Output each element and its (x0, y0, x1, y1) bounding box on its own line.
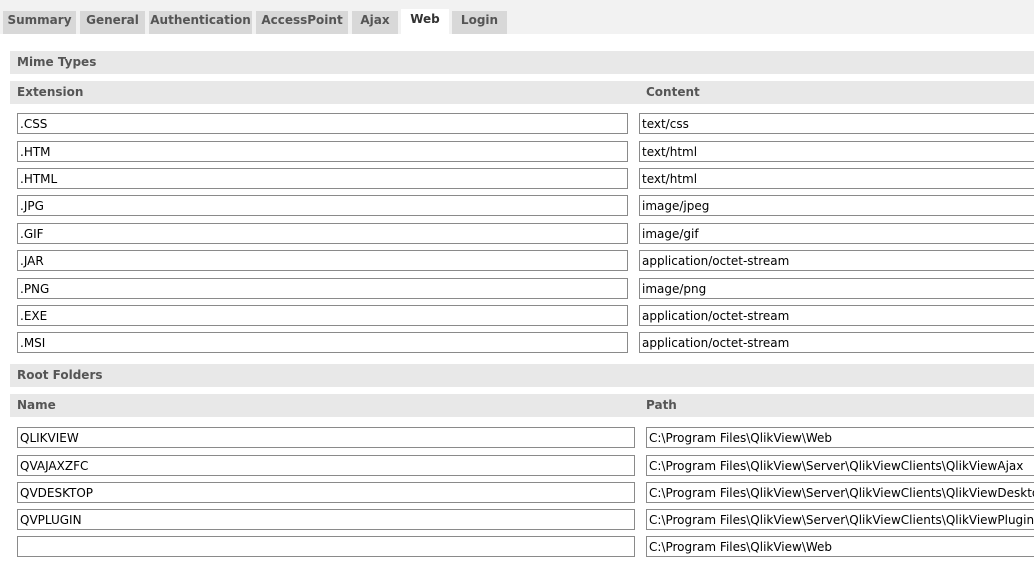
folder-path-field[interactable] (646, 427, 1034, 448)
tab-accesspoint[interactable]: AccessPoint (256, 11, 348, 34)
content-field[interactable] (639, 250, 1034, 271)
folder-path-field[interactable] (646, 509, 1034, 530)
content-field[interactable] (639, 278, 1034, 299)
tab-authentication[interactable]: Authentication (149, 11, 252, 34)
tab-bar: Summary General Authentication AccessPoi… (0, 0, 1034, 34)
content-field[interactable] (639, 195, 1034, 216)
folder-name-field[interactable] (17, 455, 635, 476)
tab-summary[interactable]: Summary (3, 11, 76, 34)
tab-web[interactable]: Web (401, 9, 449, 34)
extension-column-header: Extension (17, 85, 84, 99)
name-column-header: Name (17, 398, 56, 412)
mime-types-header: Mime Types (10, 51, 1034, 74)
folder-path-field[interactable] (646, 482, 1034, 503)
content-field[interactable] (639, 141, 1034, 162)
extension-field[interactable] (17, 223, 628, 244)
extension-field[interactable] (17, 278, 628, 299)
content-field[interactable] (639, 332, 1034, 353)
mime-types-column-headers: Extension Content (10, 81, 1034, 104)
content-field[interactable] (639, 168, 1034, 189)
path-column-header: Path (646, 398, 677, 412)
content-field[interactable] (639, 305, 1034, 326)
tab-login[interactable]: Login (452, 11, 507, 34)
folder-name-field[interactable] (17, 427, 635, 448)
root-folders-column-headers: Name Path (10, 394, 1034, 417)
extension-field[interactable] (17, 168, 628, 189)
content-field[interactable] (639, 113, 1034, 134)
extension-field[interactable] (17, 250, 628, 271)
extension-field[interactable] (17, 141, 628, 162)
content-field[interactable] (639, 223, 1034, 244)
root-folders-header: Root Folders (10, 364, 1034, 387)
folder-name-field[interactable] (17, 482, 635, 503)
folder-path-field[interactable] (646, 455, 1034, 476)
tab-ajax[interactable]: Ajax (352, 11, 398, 34)
folder-name-field[interactable] (17, 536, 635, 557)
extension-field[interactable] (17, 195, 628, 216)
tab-general[interactable]: General (80, 11, 145, 34)
folder-name-field[interactable] (17, 509, 635, 530)
extension-field[interactable] (17, 305, 628, 326)
extension-field[interactable] (17, 113, 628, 134)
extension-field[interactable] (17, 332, 628, 353)
content-column-header: Content (646, 85, 700, 99)
folder-path-field[interactable] (646, 536, 1034, 557)
